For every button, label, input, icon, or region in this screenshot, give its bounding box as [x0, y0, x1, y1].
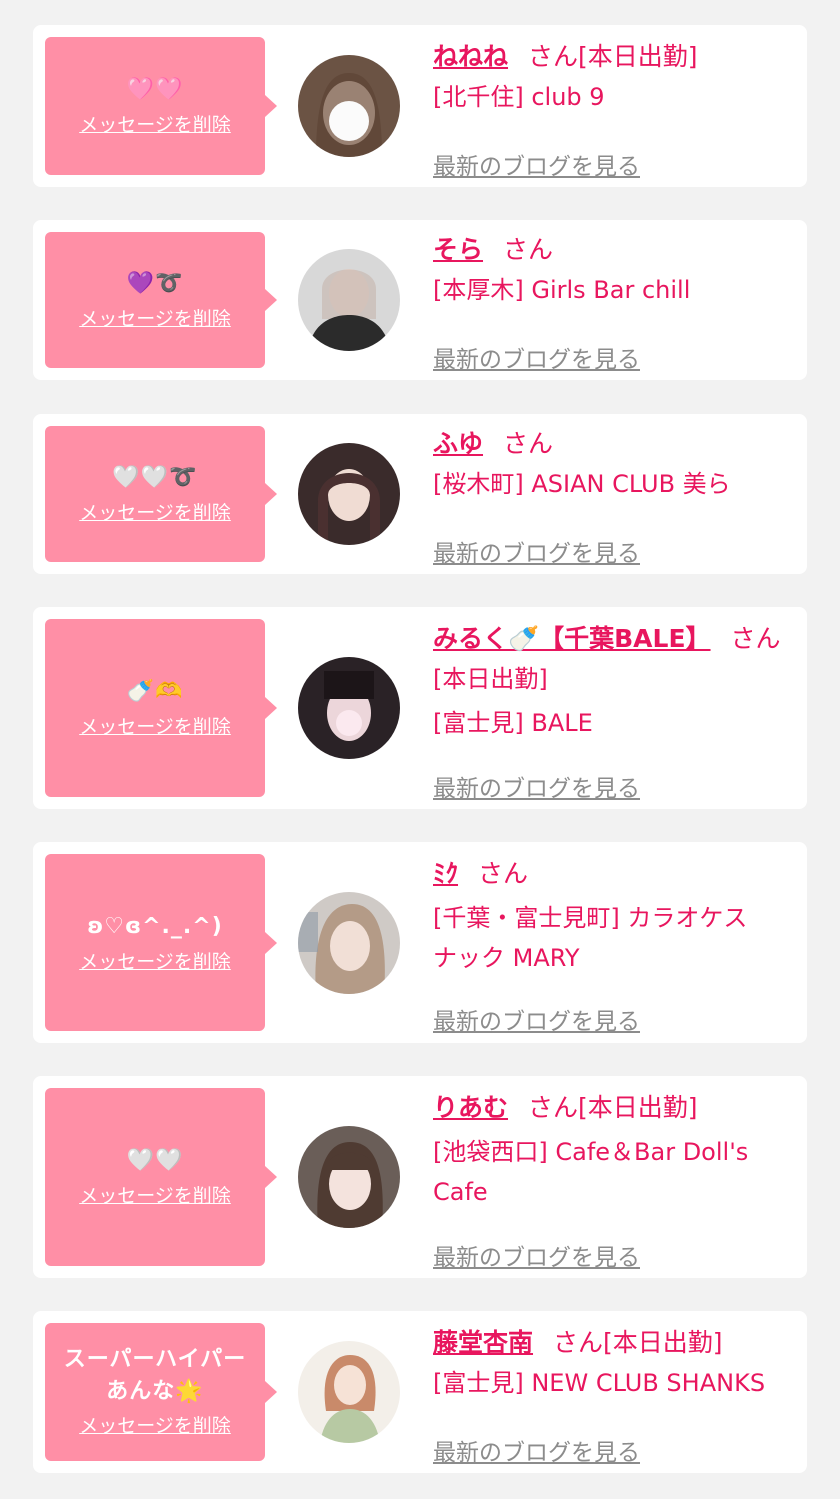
message-text: 🩷🩷	[126, 77, 184, 102]
message-text: 💜➰	[126, 271, 184, 296]
cast-info: ふゆ さん [桜木町] ASIAN CLUB 美ら 最新のブログを見る	[433, 424, 795, 567]
shop-line: [本厚木] Girls Bar chill	[433, 276, 691, 304]
message-bubble: 🤍🤍➰ メッセージを削除	[45, 426, 277, 562]
delete-message-link[interactable]: メッセージを削除	[79, 1182, 231, 1210]
avatar[interactable]	[298, 657, 400, 759]
cast-suffix: さん[本日出勤]	[553, 1328, 723, 1357]
message-bubble: 🩷🩷 メッセージを削除	[45, 37, 277, 175]
message-card: 🍼🫶 メッセージを削除 みるく🍼【千葉BALE】 さん [本日出勤] [富士見] …	[33, 607, 807, 809]
avatar[interactable]	[298, 892, 400, 994]
avatar[interactable]	[298, 443, 400, 545]
message-text: 🍼🫶	[126, 679, 184, 704]
cast-suffix: さん	[503, 429, 554, 458]
message-card: 🤍🤍➰ メッセージを削除 ふゆ さん [桜木町] ASIAN CLUB 美ら 最新…	[33, 414, 807, 574]
message-bubble: 🤍🤍 メッセージを削除	[45, 1088, 277, 1266]
delete-message-link[interactable]: メッセージを削除	[79, 111, 231, 139]
latest-blog-link[interactable]: 最新のブログを見る	[433, 149, 640, 185]
cast-suffix: さん	[503, 235, 554, 264]
message-bubble: スーパーハイパー あんな🌟 メッセージを削除	[45, 1323, 277, 1461]
avatar[interactable]	[298, 249, 400, 351]
cast-name-link[interactable]: ﾐｸ	[433, 859, 458, 888]
cast-name-link[interactable]: みるく🍼【千葉BALE】	[433, 624, 711, 653]
shop-line: Cafe	[433, 1178, 488, 1206]
cast-info: みるく🍼【千葉BALE】 さん [本日出勤] [富士見] BALE 最新のブログを…	[433, 619, 795, 802]
cast-info: ﾐｸ さん [千葉・富士見町] カラオケス ナック MARY 最新のブログを見る	[433, 854, 795, 1035]
cast-name-link[interactable]: りあむ	[433, 1093, 508, 1122]
message-bubble: ʚ♡ɞ^._.^) メッセージを削除	[45, 854, 277, 1031]
message-bubble: 🍼🫶 メッセージを削除	[45, 619, 277, 797]
message-text: 🤍🤍➰	[112, 465, 198, 490]
message-card: 🩷🩷 メッセージを削除 ねねね さん[本日出勤] [北千住] club 9 最新の…	[33, 25, 807, 187]
delete-message-link[interactable]: メッセージを削除	[79, 499, 231, 527]
delete-message-link[interactable]: メッセージを削除	[79, 1412, 231, 1440]
message-card: 🤍🤍 メッセージを削除 りあむ さん[本日出勤] [池袋西口] Cafe＆Bar …	[33, 1076, 807, 1278]
cast-name-link[interactable]: ふゆ	[433, 429, 483, 458]
latest-blog-link[interactable]: 最新のブログを見る	[433, 1004, 640, 1040]
avatar[interactable]	[298, 1341, 400, 1443]
cast-suffix: さん	[478, 859, 529, 888]
shop-line: [池袋西口] Cafe＆Bar Doll's	[433, 1138, 749, 1166]
cast-info: そら さん [本厚木] Girls Bar chill 最新のブログを見る	[433, 230, 795, 373]
avatar[interactable]	[298, 1126, 400, 1228]
delete-message-link[interactable]: メッセージを削除	[79, 713, 231, 741]
shop-line: [本日出勤]	[433, 665, 548, 693]
latest-blog-link[interactable]: 最新のブログを見る	[433, 1435, 640, 1471]
message-text: スーパーハイパー あんな🌟	[63, 1347, 247, 1404]
cast-suffix: さん[本日出勤]	[528, 42, 698, 71]
shop-line: [富士見] BALE	[433, 709, 593, 737]
cast-name-link[interactable]: そら	[433, 235, 483, 264]
avatar[interactable]	[298, 55, 400, 157]
shop-line: [北千住] club 9	[433, 83, 605, 111]
latest-blog-link[interactable]: 最新のブログを見る	[433, 536, 640, 572]
latest-blog-link[interactable]: 最新のブログを見る	[433, 342, 640, 378]
message-bubble: 💜➰ メッセージを削除	[45, 232, 277, 368]
delete-message-link[interactable]: メッセージを削除	[79, 948, 231, 976]
shop-line: [桜木町] ASIAN CLUB 美ら	[433, 470, 731, 498]
latest-blog-link[interactable]: 最新のブログを見る	[433, 1240, 640, 1276]
latest-blog-link[interactable]: 最新のブログを見る	[433, 771, 640, 807]
cast-info: ねねね さん[本日出勤] [北千住] club 9 最新のブログを見る	[433, 37, 795, 180]
cast-suffix: さん[本日出勤]	[528, 1093, 698, 1122]
cast-info: りあむ さん[本日出勤] [池袋西口] Cafe＆Bar Doll's Cafe …	[433, 1088, 795, 1271]
message-card: スーパーハイパー あんな🌟 メッセージを削除 藤堂杏南 さん[本日出勤] [富士見…	[33, 1311, 807, 1473]
cast-suffix: さん	[730, 624, 781, 653]
message-text: ʚ♡ɞ^._.^)	[87, 913, 223, 939]
cast-info: 藤堂杏南 さん[本日出勤] [富士見] NEW CLUB SHANKS 最新のブロ…	[433, 1323, 795, 1466]
shop-line: ナック MARY	[433, 944, 580, 972]
shop-line: [富士見] NEW CLUB SHANKS	[433, 1369, 766, 1397]
cast-name-link[interactable]: ねねね	[433, 42, 508, 71]
message-text: 🤍🤍	[126, 1148, 184, 1173]
delete-message-link[interactable]: メッセージを削除	[79, 305, 231, 333]
message-card: 💜➰ メッセージを削除 そら さん [本厚木] Girls Bar chill 最…	[33, 220, 807, 380]
message-card: ʚ♡ɞ^._.^) メッセージを削除 ﾐｸ さん [千葉・富士見町] カラオケス …	[33, 842, 807, 1043]
cast-name-link[interactable]: 藤堂杏南	[433, 1328, 533, 1357]
shop-line: [千葉・富士見町] カラオケス	[433, 904, 748, 932]
